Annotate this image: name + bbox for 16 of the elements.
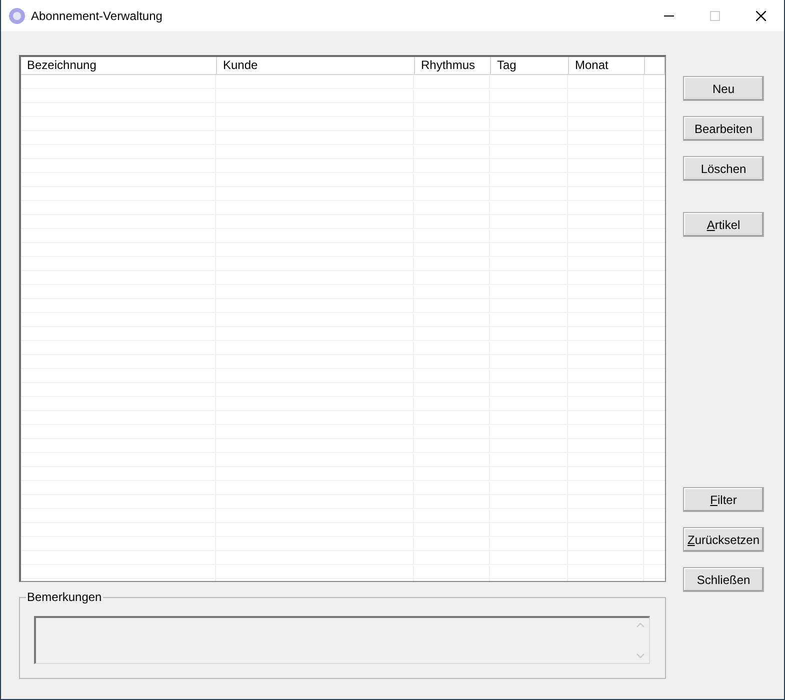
column-header[interactable]: Tag xyxy=(491,57,569,75)
group-label: Bemerkungen xyxy=(26,590,103,604)
app-icon xyxy=(9,8,25,24)
dialog-button[interactable]: Löschen xyxy=(683,156,764,181)
dialog-button[interactable]: Zurücksetzen xyxy=(683,527,764,552)
column-header[interactable]: Kunde xyxy=(217,57,415,75)
close-icon[interactable] xyxy=(756,10,766,20)
dialog-button[interactable]: Bearbeiten xyxy=(683,116,764,141)
column-header[interactable]: Rhythmus xyxy=(415,57,491,75)
dialog-button[interactable]: Schließen xyxy=(683,567,764,592)
column-header[interactable]: Monat xyxy=(569,57,645,75)
dialog-button[interactable]: Neu xyxy=(683,76,764,101)
window-title: Abonnement-Verwaltung xyxy=(31,8,162,24)
dialog-button[interactable]: Filter xyxy=(683,487,764,512)
column-header[interactable]: Bezeichnung xyxy=(21,57,217,75)
dialog-button[interactable]: Artikel xyxy=(683,212,764,237)
